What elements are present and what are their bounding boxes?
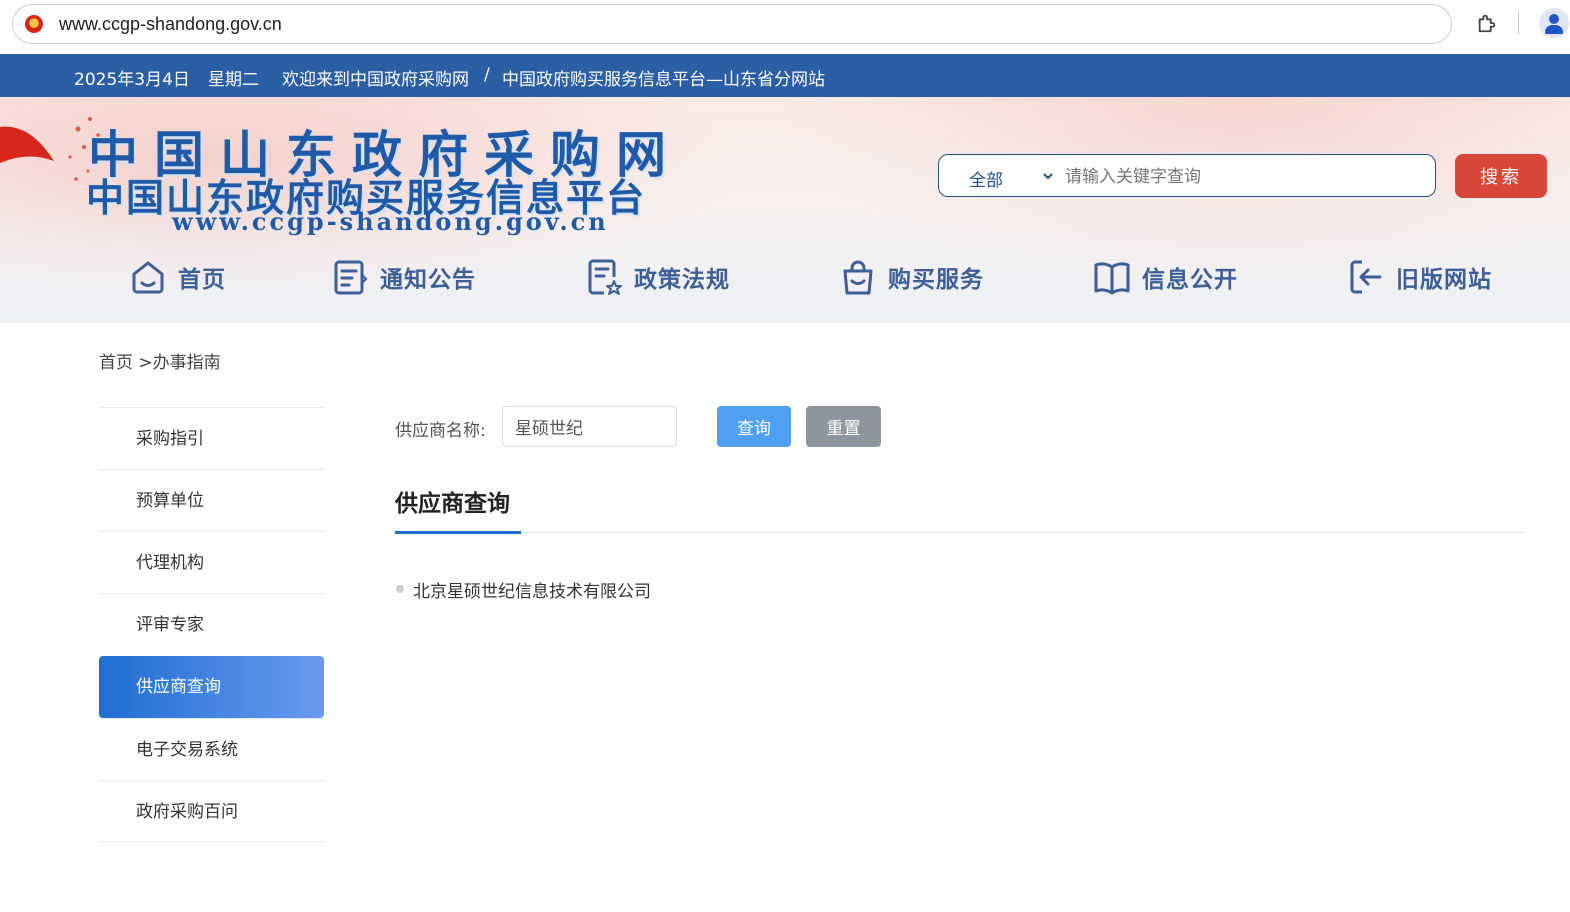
home-icon [132, 261, 164, 294]
policy-icon [588, 259, 622, 295]
nav-item-info-disclosure[interactable]: 信息公开 [1092, 255, 1238, 299]
top-info-bar: 2025年3月4日 星期二 欢迎来到中国政府采购网 / 中国政府购买服务信息平台… [0, 54, 1570, 97]
browser-toolbar: www.ccgp-shandong.gov.cn [0, 0, 1570, 55]
main-navigation: 首页 通知公告 政策法规 购买服务 信息公开 旧版网站 [0, 247, 1570, 307]
section-title: 供应商查询 [395, 491, 510, 517]
search-button[interactable]: 搜索 [1455, 154, 1547, 198]
breadcrumb-home[interactable]: 首页 [99, 353, 133, 373]
sidebar-item-agency[interactable]: 代理机构 [99, 531, 324, 593]
topbar-separator: / [484, 65, 490, 85]
nav-item-policy[interactable]: 政策法规 [584, 255, 730, 299]
chevron-down-icon[interactable] [1042, 170, 1054, 182]
nav-item-purchase-service[interactable]: 购买服务 [838, 255, 984, 299]
shopping-bag-icon [843, 260, 873, 295]
current-weekday: 星期二 [208, 70, 259, 90]
list-bullet-icon [396, 585, 404, 593]
guide-sidebar: 采购指引 预算单位 代理机构 评审专家 供应商查询 电子交易系统 政府采购百问 [99, 407, 324, 842]
nav-label-purchase-service: 购买服务 [888, 267, 984, 293]
section-divider [395, 532, 1523, 533]
breadcrumb: 首页 >办事指南 [99, 348, 221, 373]
nav-item-home[interactable]: 首页 [128, 255, 226, 299]
address-bar[interactable]: www.ccgp-shandong.gov.cn [12, 4, 1452, 44]
extensions-icon[interactable] [1476, 12, 1498, 34]
notice-icon [334, 260, 368, 295]
sidebar-item-procurement-guide[interactable]: 采购指引 [99, 407, 324, 469]
nav-label-home: 首页 [178, 267, 226, 293]
nav-label-notice: 通知公告 [380, 267, 476, 293]
nav-label-policy: 政策法规 [634, 267, 730, 293]
sidebar-item-review-expert[interactable]: 评审专家 [99, 593, 324, 655]
section-title-underline [395, 531, 521, 534]
nav-item-old-site[interactable]: 旧版网站 [1346, 255, 1492, 299]
sidebar-item-procurement-faq[interactable]: 政府采购百问 [99, 780, 324, 842]
exit-icon [1350, 260, 1382, 294]
breadcrumb-current: >办事指南 [133, 353, 221, 373]
search-bar: 全部 [938, 154, 1436, 197]
search-input[interactable] [1063, 161, 1427, 193]
open-book-icon [1094, 262, 1130, 295]
welcome-link[interactable]: 欢迎来到中国政府采购网 [282, 65, 469, 90]
sidebar-item-supplier-query[interactable]: 供应商查询 [99, 656, 324, 718]
site-header-banner: 中国山东政府采购网 中国山东政府购买服务信息平台 www.ccgp-shando… [0, 97, 1570, 323]
query-button[interactable]: 查询 [717, 406, 791, 447]
nav-label-old-site: 旧版网站 [1396, 267, 1492, 293]
supplier-name-input[interactable] [502, 406, 677, 447]
sidebar-item-budget-unit[interactable]: 预算单位 [99, 469, 324, 531]
url-text[interactable]: www.ccgp-shandong.gov.cn [59, 14, 282, 35]
search-category-select[interactable]: 全部 [969, 166, 1003, 191]
toolbar-divider [1518, 12, 1519, 34]
current-date: 2025年3月4日 [74, 70, 190, 90]
platform-link[interactable]: 中国政府购买服务信息平台—山东省分网站 [502, 65, 825, 90]
site-emblem-icon [25, 15, 43, 33]
reset-button[interactable]: 重置 [806, 406, 881, 447]
supplier-result-link[interactable]: 北京星硕世纪信息技术有限公司 [413, 577, 651, 602]
nav-item-notice[interactable]: 通知公告 [330, 255, 476, 299]
sidebar-item-e-trading-system[interactable]: 电子交易系统 [99, 718, 324, 780]
profile-icon[interactable] [1539, 8, 1569, 38]
supplier-name-label: 供应商名称: [395, 421, 486, 441]
nav-label-info-disclosure: 信息公开 [1142, 267, 1238, 293]
site-logo-url: www.ccgp-shandong.gov.cn [172, 207, 609, 236]
